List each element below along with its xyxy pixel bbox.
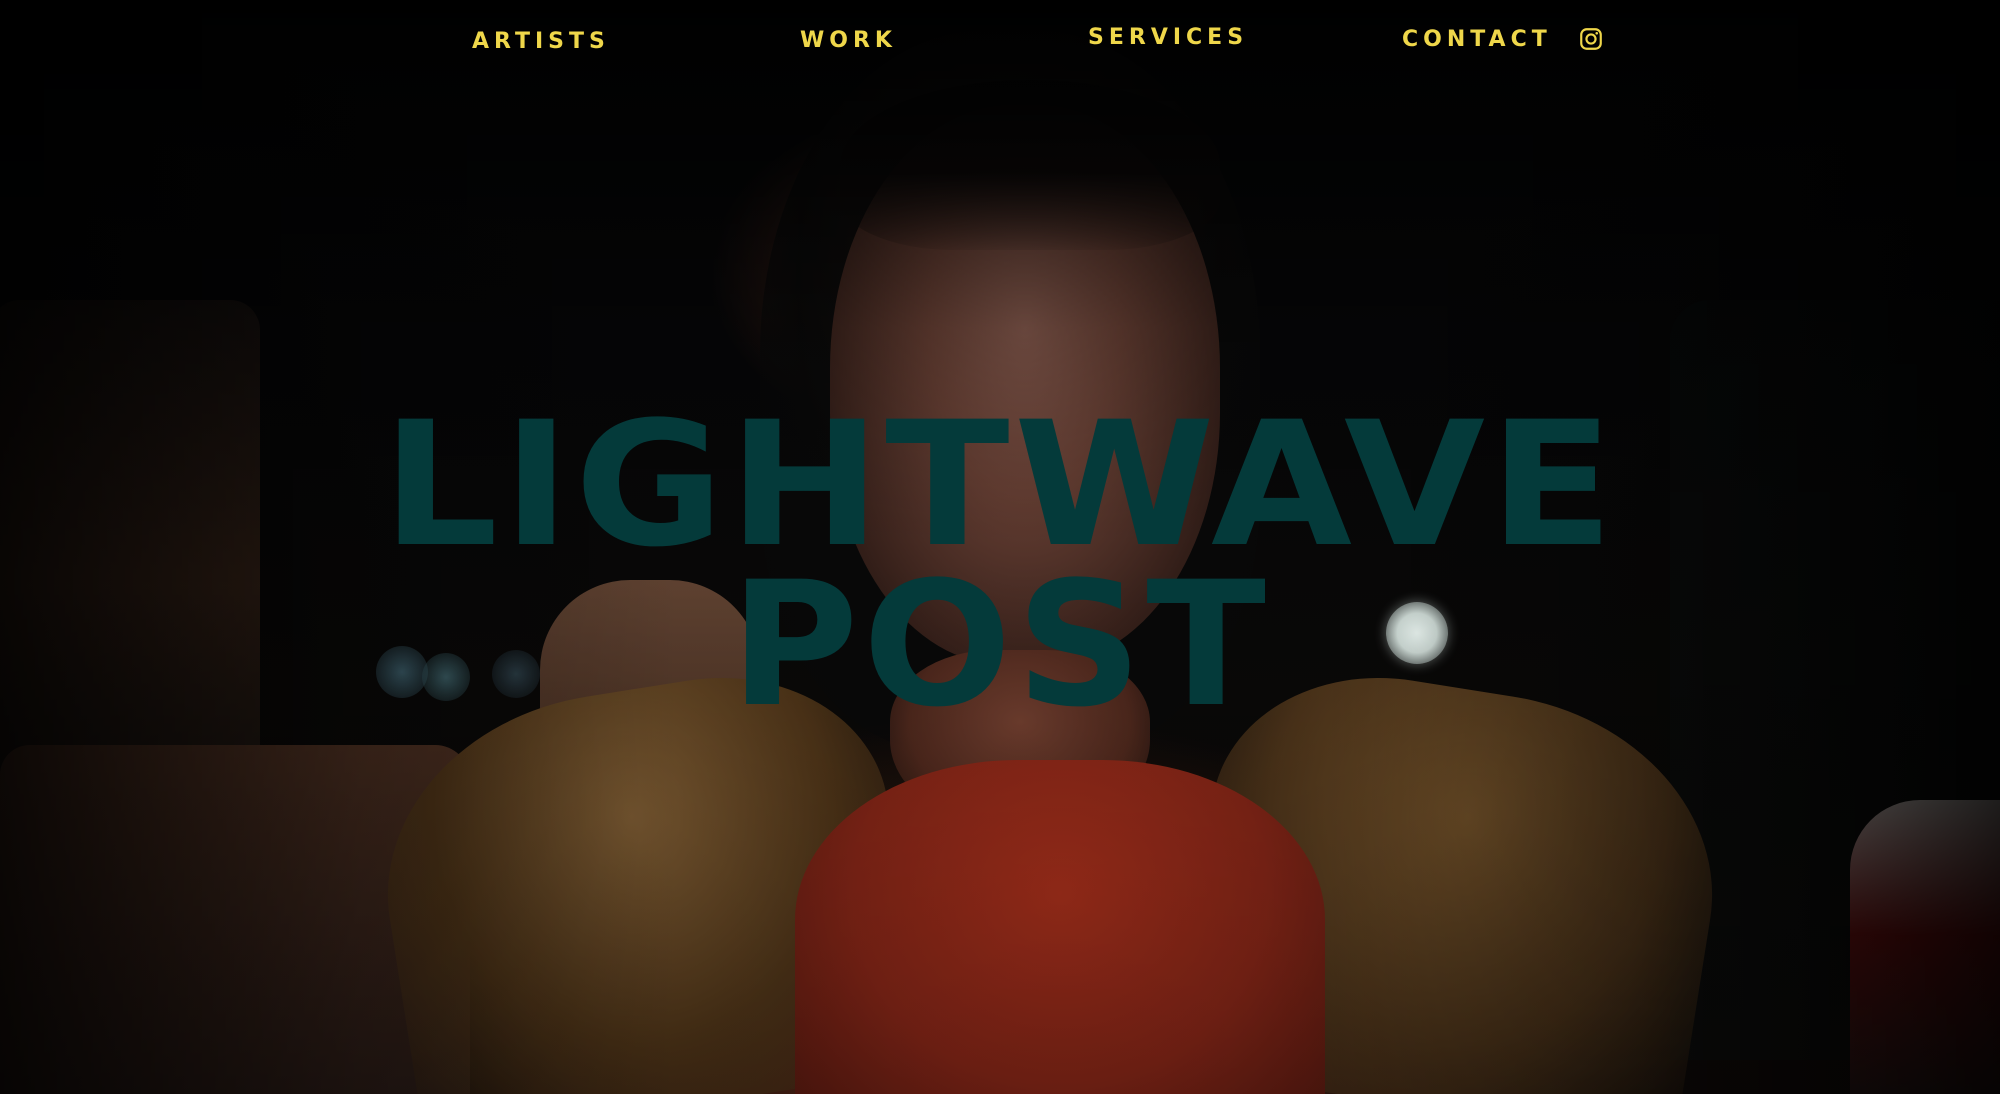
nav-item-work[interactable]: WORK xyxy=(800,30,897,52)
hero-section: ARTISTS WORK SERVICES CONTACT LIGHTWAVE … xyxy=(0,0,2000,1094)
page-title: LIGHTWAVE POST xyxy=(360,399,1640,731)
instagram-icon[interactable] xyxy=(1578,26,1604,52)
nav-item-services[interactable]: SERVICES xyxy=(1088,27,1248,49)
nav-item-contact[interactable]: CONTACT xyxy=(1402,29,1552,51)
instagram-icon xyxy=(1580,28,1602,50)
top-navigation: ARTISTS WORK SERVICES CONTACT xyxy=(0,20,2000,80)
nav-item-artists[interactable]: ARTISTS xyxy=(472,31,610,53)
title-line-post: POST xyxy=(729,543,1271,745)
title-line-lightwave: LIGHTWAVE xyxy=(381,384,1619,585)
